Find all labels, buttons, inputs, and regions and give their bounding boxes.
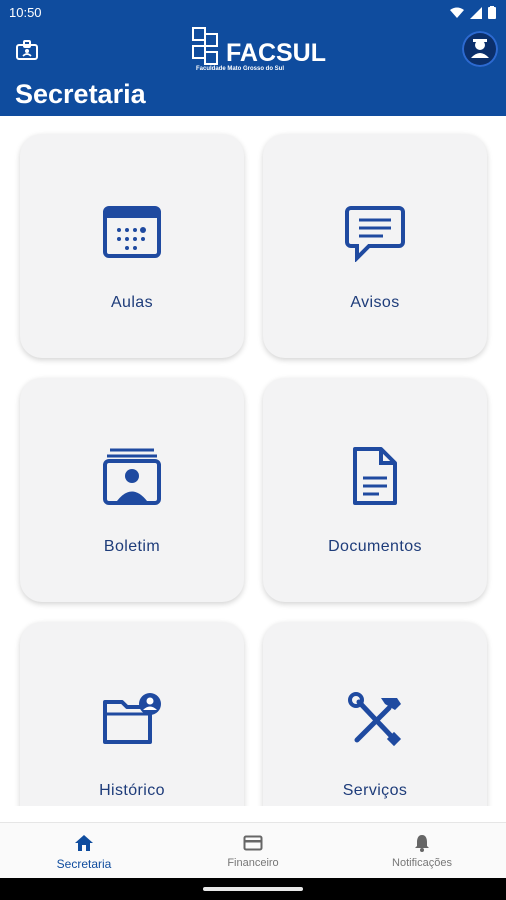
status-time: 10:50 xyxy=(9,5,42,20)
facsul-logo: FACSUL Faculdade Mato Grosso do Sul xyxy=(190,26,326,76)
nav-label: Financeiro xyxy=(227,857,279,869)
app-bar: FACSUL Faculdade Mato Grosso do Sul Secr… xyxy=(0,26,506,116)
nav-label: Notificações xyxy=(392,857,452,869)
wifi-icon xyxy=(450,7,464,18)
logo-brand-text: FACSUL xyxy=(226,39,326,67)
card-label: Boletim xyxy=(103,538,161,555)
signal-icon xyxy=(470,6,482,19)
folder-user-icon xyxy=(103,693,161,744)
nav-notificacoes[interactable]: Notificações xyxy=(338,823,506,879)
card-label: Documentos xyxy=(328,538,422,555)
bottom-navigation: Secretaria Financeiro Notificações xyxy=(0,822,506,879)
user-icon xyxy=(471,39,489,58)
system-icons xyxy=(450,6,496,19)
nav-secretaria[interactable]: Secretaria xyxy=(0,823,168,879)
card-label: Aulas xyxy=(110,294,154,311)
logo-mark xyxy=(192,27,218,65)
id-badge-icon[interactable] xyxy=(14,38,40,64)
card-label: Avisos xyxy=(350,294,400,311)
card-avisos[interactable]: Avisos xyxy=(263,134,487,358)
main-content: Aulas Avisos Boletim Documentos Históric… xyxy=(0,116,506,806)
id-card-icon xyxy=(103,448,161,505)
logo-subtitle: Faculdade Mato Grosso do Sul xyxy=(196,66,285,72)
document-icon xyxy=(353,447,397,505)
calendar-icon xyxy=(103,206,161,258)
card-boletim[interactable]: Boletim xyxy=(20,378,244,602)
bell-icon xyxy=(415,835,429,852)
gesture-bar xyxy=(0,878,506,900)
battery-icon xyxy=(488,6,496,19)
card-label: Serviços xyxy=(342,782,408,799)
nav-label: Secretaria xyxy=(56,857,112,871)
message-icon xyxy=(345,206,405,262)
card-icon xyxy=(243,835,263,851)
tools-icon xyxy=(348,692,402,747)
page-title: Secretaria xyxy=(15,79,146,109)
status-bar: 10:50 xyxy=(0,0,506,26)
card-aulas[interactable]: Aulas xyxy=(20,134,244,358)
card-historico[interactable]: Histórico xyxy=(20,622,244,806)
card-servicos[interactable]: Serviços xyxy=(263,622,487,806)
card-label: Histórico xyxy=(99,782,165,799)
home-indicator[interactable] xyxy=(203,887,303,891)
home-icon xyxy=(75,835,93,851)
card-documentos[interactable]: Documentos xyxy=(263,378,487,602)
nav-financeiro[interactable]: Financeiro xyxy=(169,823,337,879)
profile-avatar[interactable] xyxy=(462,31,498,67)
